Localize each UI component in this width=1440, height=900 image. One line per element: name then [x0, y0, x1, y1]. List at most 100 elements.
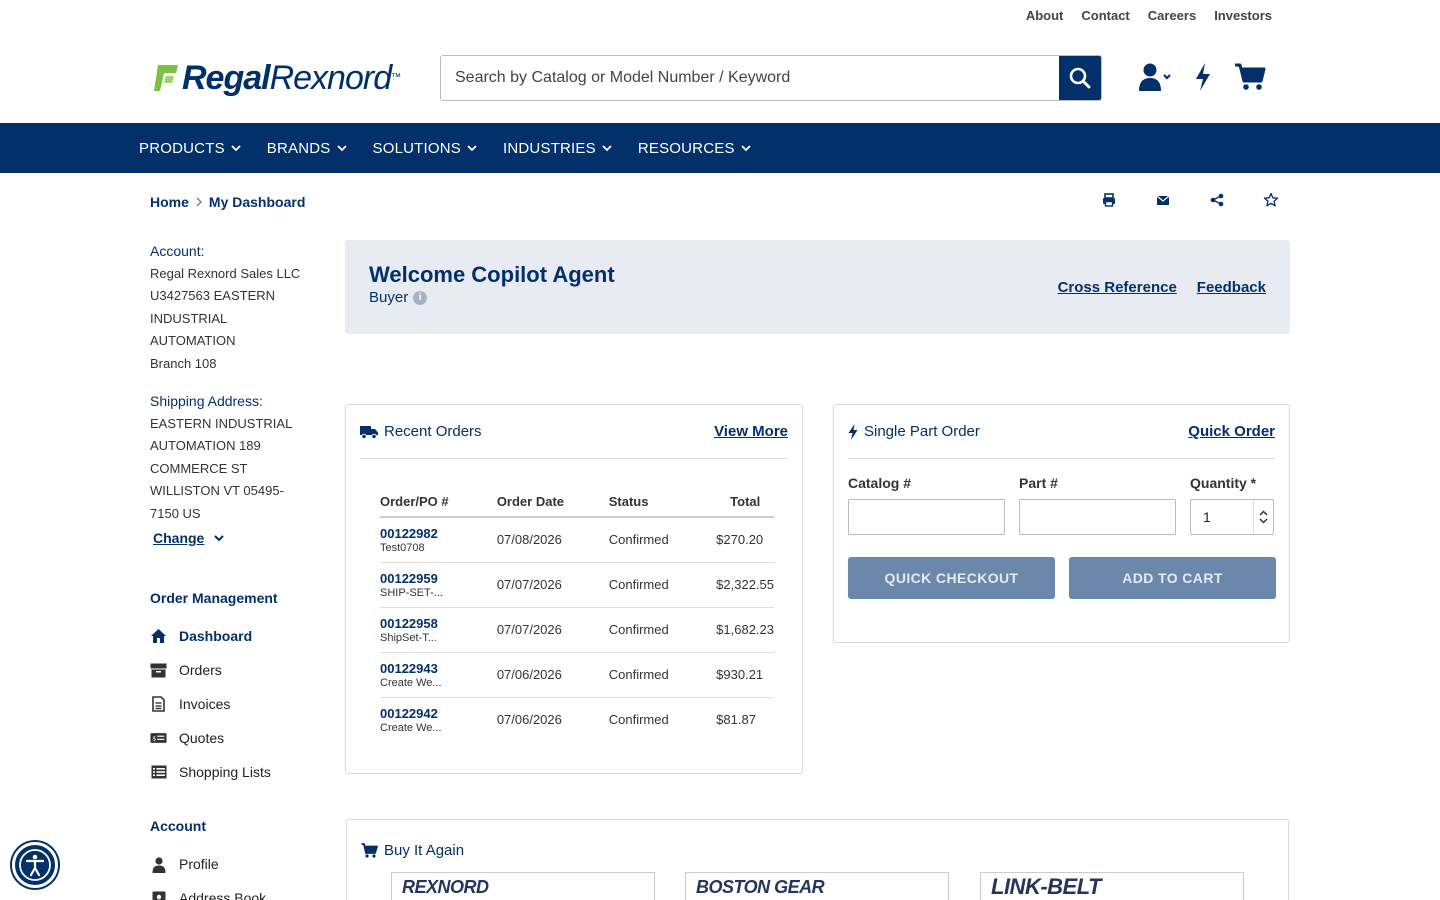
careers-link[interactable]: Careers [1148, 8, 1196, 23]
nav-brands[interactable]: BRANDS [267, 140, 347, 157]
nav-resources[interactable]: RESOURCES [638, 140, 751, 157]
recent-orders-header: Recent Orders View More [360, 405, 788, 459]
sidebar-item-label: Quotes [179, 729, 225, 746]
chevron-down-icon [741, 145, 751, 152]
table-row: 00122982 Test0708 07/08/2026 Confirmed $2… [380, 517, 774, 563]
nav-solutions[interactable]: SOLUTIONS [373, 140, 477, 157]
brand-logo[interactable]: RegalRexnord™ [152, 58, 401, 98]
feedback-link[interactable]: Feedback [1197, 279, 1266, 296]
shipping-line: WILLISTON VT 05495- [150, 483, 284, 498]
column-header[interactable]: Order/PO # [380, 487, 497, 518]
view-more-link[interactable]: View More [714, 423, 788, 440]
accessibility-icon [19, 849, 51, 881]
star-icon[interactable] [1262, 191, 1280, 209]
part-input[interactable] [1019, 499, 1176, 535]
order-status: Confirmed [608, 607, 697, 653]
chevron-down-icon [231, 145, 241, 152]
sidebar-item-label: Shopping Lists [179, 763, 271, 780]
box-icon [150, 662, 167, 679]
cart-icon[interactable] [1234, 63, 1266, 96]
part-label: Part # [1019, 475, 1058, 491]
sidebar-item-dashboard[interactable]: Dashboard [150, 619, 320, 653]
print-icon[interactable] [1100, 191, 1118, 209]
recent-orders-table: Order/PO # Order Date Status Total 00122… [380, 487, 774, 742]
card-title-text: Recent Orders [384, 423, 482, 440]
quick-order-link[interactable]: Quick Order [1188, 423, 1275, 440]
search-button[interactable] [1059, 56, 1101, 100]
account-line: INDUSTRIAL [150, 310, 228, 326]
column-header[interactable]: Status [608, 487, 697, 518]
header-icons [1138, 62, 1266, 97]
change-address-button[interactable]: Change [153, 527, 225, 550]
email-icon[interactable] [1154, 191, 1172, 209]
nav-label: INDUSTRIES [502, 139, 596, 157]
po-number: SHIP-SET-... [380, 587, 443, 599]
role-label: Buyer [369, 289, 409, 306]
shipping-line: AUTOMATION 189 [150, 438, 261, 453]
bolt-icon[interactable] [1194, 63, 1212, 96]
cross-reference-link[interactable]: Cross Reference [1058, 279, 1177, 296]
sidebar-item-orders[interactable]: Orders [150, 653, 320, 687]
order-total: $2,322.55 [696, 562, 774, 608]
sidebar-item-quotes[interactable]: $ Quotes [150, 721, 320, 755]
money-bill-icon: $ [150, 730, 167, 747]
info-icon[interactable]: i [413, 290, 428, 305]
brand-logo-text: REXNORD [402, 877, 489, 897]
column-header[interactable]: Total [696, 487, 774, 518]
about-link[interactable]: About [1026, 8, 1064, 23]
contact-link[interactable]: Contact [1081, 8, 1129, 23]
logo-mark-icon [152, 63, 180, 93]
column-header[interactable]: Order Date [496, 487, 609, 518]
utility-links: About Contact Careers Investors [1026, 8, 1272, 23]
order-date: 07/06/2026 [496, 652, 609, 698]
sidebar-item-profile[interactable]: Profile [150, 848, 320, 882]
stepper-controls [1253, 500, 1273, 534]
share-icon[interactable] [1208, 191, 1226, 209]
catalog-field-group: Catalog # [848, 475, 1005, 535]
table-row: 00122942 Create We... 07/06/2026 Confirme… [380, 697, 774, 742]
account-line: U3427563 EASTERN [150, 288, 276, 303]
nav-industries[interactable]: INDUSTRIES [503, 140, 612, 157]
order-total: $930.21 [696, 652, 774, 698]
investors-link[interactable]: Investors [1214, 8, 1272, 23]
quantity-label: Quantity * [1190, 475, 1257, 491]
breadcrumb-home[interactable]: Home [150, 194, 189, 210]
chevron-down-icon[interactable] [1259, 518, 1268, 524]
quantity-field-group: Quantity * 1 [1190, 475, 1274, 535]
quantity-stepper[interactable]: 1 [1190, 499, 1274, 535]
order-number-link[interactable]: 00122943 [380, 661, 497, 676]
order-number-link[interactable]: 00122959 [380, 571, 497, 586]
order-number-link[interactable]: 00122942 [380, 706, 497, 721]
sidebar-item-address-book[interactable]: Address Book [150, 882, 320, 900]
nav-label: SOLUTIONS [372, 139, 461, 157]
order-number-link[interactable]: 00122958 [380, 616, 497, 631]
add-to-cart-button[interactable]: ADD TO CART [1069, 557, 1276, 599]
welcome-links: Cross Reference Feedback [1058, 279, 1266, 296]
nav-products[interactable]: PRODUCTS [139, 140, 241, 157]
order-date: 07/07/2026 [496, 562, 609, 608]
breadcrumb: Home My Dashboard [150, 194, 305, 210]
breadcrumb-dashboard[interactable]: My Dashboard [209, 194, 305, 210]
chevron-up-icon[interactable] [1259, 510, 1268, 516]
brand-tile-link-belt[interactable]: LINK-BELT [980, 872, 1244, 900]
sidebar-item-shopping-lists[interactable]: Shopping Lists [150, 755, 320, 789]
account-line: Branch 108 [150, 355, 217, 371]
chevron-down-icon [214, 535, 225, 542]
quick-checkout-button[interactable]: QUICK CHECKOUT [848, 557, 1055, 599]
order-number-link[interactable]: 00122982 [380, 526, 497, 541]
brand-tile-rexnord[interactable]: REXNORD [391, 872, 655, 900]
part-order-actions: QUICK CHECKOUT ADD TO CART [848, 557, 1276, 599]
search-icon [1069, 67, 1091, 89]
search-input[interactable] [441, 56, 1059, 100]
accessibility-button[interactable] [12, 842, 58, 888]
sidebar-item-invoices[interactable]: Invoices [150, 687, 320, 721]
single-part-order-title: Single Part Order [848, 423, 980, 440]
table-header-row: Order/PO # Order Date Status Total [380, 487, 774, 518]
chevron-down-icon [602, 145, 612, 152]
catalog-input[interactable] [848, 499, 1005, 535]
user-menu-icon[interactable] [1138, 62, 1172, 97]
order-total: $81.87 [716, 712, 756, 728]
chevron-down-icon [467, 145, 477, 152]
page-tools [1100, 191, 1280, 209]
brand-tile-boston-gear[interactable]: BOSTON GEAR [685, 872, 949, 900]
